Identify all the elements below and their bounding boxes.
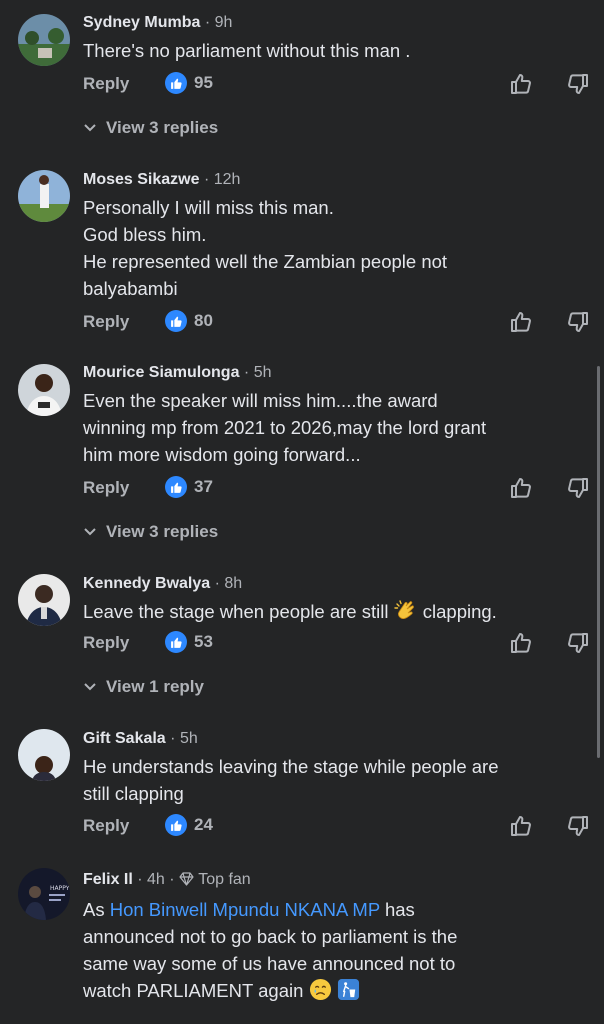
timestamp[interactable]: 8h xyxy=(224,575,242,592)
comment-text-part: Leave the stage when people are still xyxy=(83,601,389,622)
author-name[interactable]: Felix Il xyxy=(83,871,133,888)
view-replies-button[interactable]: View 3 replies xyxy=(83,522,218,542)
chevron-down-icon xyxy=(84,124,96,132)
timestamp[interactable]: 5h xyxy=(180,730,198,747)
comment-line: As Hon Binwell Mpundu NKANA MP has xyxy=(83,896,588,923)
avatar[interactable] xyxy=(18,170,70,222)
avatar[interactable] xyxy=(18,574,70,626)
author-name[interactable]: Gift Sakala xyxy=(83,730,166,747)
reaction-count[interactable]: 37 xyxy=(165,476,213,498)
downvote-icon[interactable] xyxy=(566,310,590,334)
upvote-icon[interactable] xyxy=(509,631,533,655)
upvote-icon[interactable] xyxy=(509,814,533,838)
view-replies-button[interactable]: View 1 reply xyxy=(83,677,204,697)
separator: · xyxy=(203,171,210,188)
view-replies-label: View 3 replies xyxy=(106,118,219,137)
diamond-icon xyxy=(179,872,194,892)
separator: · xyxy=(204,14,211,31)
reaction-count[interactable]: 53 xyxy=(165,631,213,653)
like-count: 95 xyxy=(194,73,213,92)
author-name[interactable]: Sydney Mumba xyxy=(83,14,200,31)
downvote-icon[interactable] xyxy=(566,72,590,96)
mention-link[interactable]: Hon Binwell Mpundu NKANA MP xyxy=(110,899,380,920)
like-count: 80 xyxy=(194,311,213,330)
like-count: 37 xyxy=(194,477,213,496)
crying-face-emoji xyxy=(309,978,332,1008)
comment-text: Leave the stage when people are still cl… xyxy=(83,598,588,629)
comment-line: Personally I will miss this man. xyxy=(83,197,334,218)
comment-text: As Hon Binwell Mpundu NKANA MP has annou… xyxy=(83,896,588,1008)
downvote-icon[interactable] xyxy=(566,476,590,500)
comment-text: There's no parliament without this man . xyxy=(83,40,411,61)
chevron-down-icon xyxy=(84,528,96,536)
timestamp[interactable]: 9h xyxy=(215,14,233,31)
separator: · xyxy=(137,871,143,888)
reply-button[interactable]: Reply xyxy=(83,816,129,836)
separator: · xyxy=(243,364,250,381)
like-badge-icon xyxy=(165,72,187,94)
reaction-count[interactable]: 24 xyxy=(165,814,213,836)
timestamp[interactable]: 12h xyxy=(214,171,241,188)
reply-button[interactable]: Reply xyxy=(83,312,129,332)
like-count: 24 xyxy=(194,815,213,834)
chevron-down-icon xyxy=(84,683,96,691)
timestamp[interactable]: 5h xyxy=(254,364,272,381)
comment-text-part: watch PARLIAMENT again xyxy=(83,980,304,1001)
downvote-icon[interactable] xyxy=(566,814,590,838)
view-replies-label: View 1 reply xyxy=(106,677,204,696)
like-badge-icon xyxy=(165,814,187,836)
upvote-icon[interactable] xyxy=(509,476,533,500)
like-badge-icon xyxy=(165,476,187,498)
comment-text: Even the speaker will miss him....the aw… xyxy=(83,387,588,468)
comment-line: him more wisdom going forward... xyxy=(83,444,361,465)
comment-line: winning mp from 2021 to 2026,may the lor… xyxy=(83,417,487,438)
upvote-icon[interactable] xyxy=(509,310,533,334)
reply-button[interactable]: Reply xyxy=(83,74,129,94)
avatar-text: HAPPY xyxy=(50,885,70,892)
reply-button[interactable]: Reply xyxy=(83,633,129,653)
reply-button[interactable]: Reply xyxy=(83,478,129,498)
comment-line: He represented well the Zambian people n… xyxy=(83,251,448,272)
author-name[interactable]: Mourice Siamulonga xyxy=(83,364,239,381)
view-replies-button[interactable]: View 3 replies xyxy=(83,118,218,138)
view-replies-label: View 3 replies xyxy=(106,522,219,541)
top-fan-badge: Top fan xyxy=(198,871,251,888)
separator: · xyxy=(169,871,175,888)
like-count: 53 xyxy=(194,632,213,651)
comment-line: God bless him. xyxy=(83,224,207,245)
comment-line: announced not to go back to parliament i… xyxy=(83,926,458,947)
avatar[interactable] xyxy=(18,14,70,66)
avatar[interactable] xyxy=(18,364,70,416)
author-name[interactable]: Moses Sikazwe xyxy=(83,171,200,188)
comment-text-part: As xyxy=(83,899,110,920)
separator: · xyxy=(170,730,176,747)
comment-text-part: has xyxy=(379,899,415,920)
like-badge-icon xyxy=(165,631,187,653)
comment-line: He understands leaving the stage while p… xyxy=(83,756,499,777)
reaction-count[interactable]: 95 xyxy=(165,72,213,94)
reaction-count[interactable]: 80 xyxy=(165,310,213,332)
litter-bin-emoji xyxy=(337,978,360,1008)
avatar[interactable] xyxy=(18,729,70,781)
author-name[interactable]: Kennedy Bwalya xyxy=(83,575,210,592)
comment-line: Even the speaker will miss him....the aw… xyxy=(83,390,438,411)
comment-text: He understands leaving the stage while p… xyxy=(83,753,588,807)
timestamp[interactable]: 4h xyxy=(147,871,165,888)
avatar[interactable]: HAPPY xyxy=(18,868,70,920)
scrollbar[interactable] xyxy=(597,366,600,758)
clapping-hands-emoji xyxy=(393,598,418,629)
like-badge-icon xyxy=(165,310,187,332)
comment-text-part: clapping. xyxy=(422,601,497,622)
separator: · xyxy=(214,575,220,592)
comment-line: still clapping xyxy=(83,783,184,804)
downvote-icon[interactable] xyxy=(566,631,590,655)
upvote-icon[interactable] xyxy=(509,72,533,96)
comment-line: watch PARLIAMENT again xyxy=(83,977,588,1008)
comment-text: Personally I will miss this man. God ble… xyxy=(83,194,588,302)
comment-line: balyabambi xyxy=(83,278,178,299)
comment-line: same way some of us have announced not t… xyxy=(83,953,456,974)
